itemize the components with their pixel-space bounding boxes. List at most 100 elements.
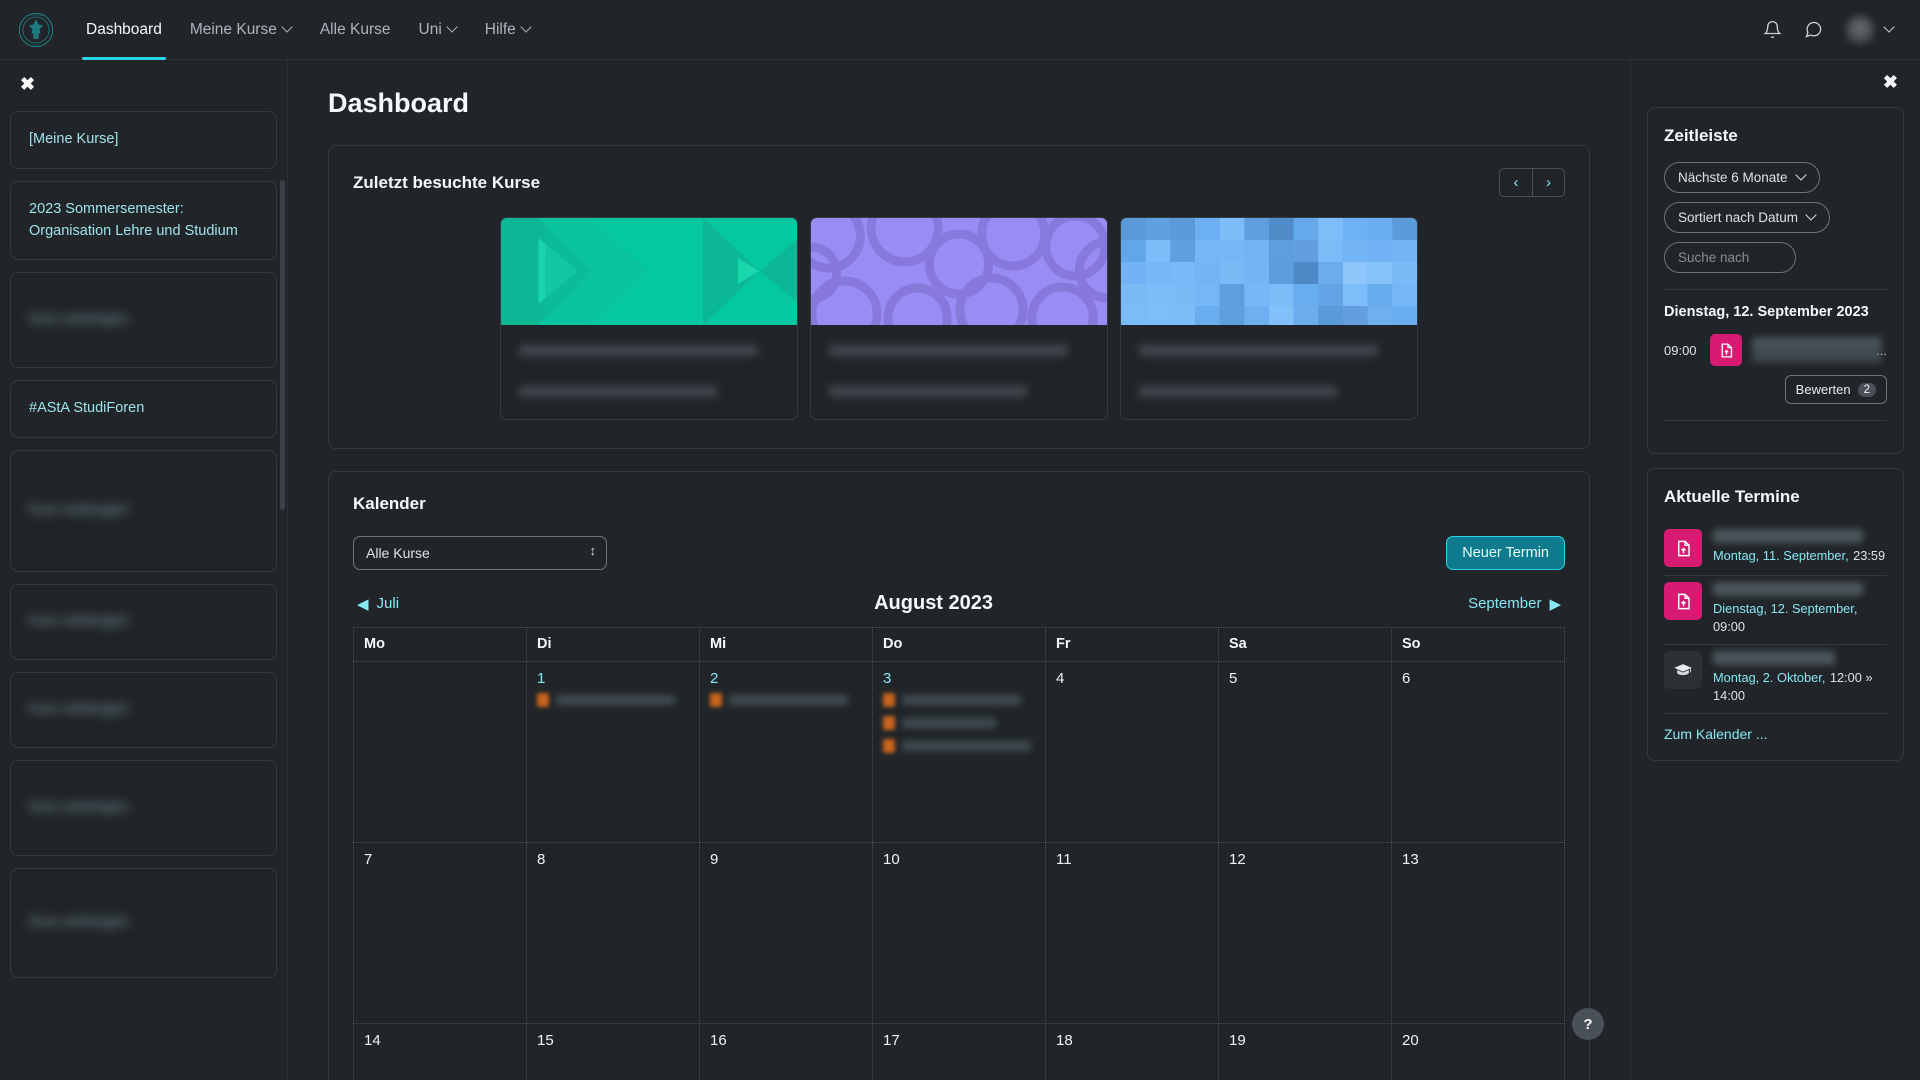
calendar-day-cell[interactable] <box>354 662 527 843</box>
event-title-redacted <box>902 741 1031 751</box>
carousel-next-button[interactable]: › <box>1532 168 1565 197</box>
nav-item-dashboard[interactable]: Dashboard <box>72 0 176 60</box>
list-item[interactable]: Kurs verborgen <box>10 450 277 572</box>
grade-button[interactable]: Bewerten 2 <box>1785 375 1887 404</box>
calendar-controls: Alle Kurse Neuer Termin <box>353 536 1565 570</box>
course-card-body <box>501 325 797 419</box>
new-event-button[interactable]: Neuer Termin <box>1446 536 1565 570</box>
calendar-day-number[interactable]: 2 <box>710 670 718 687</box>
calendar-event[interactable] <box>883 739 1035 753</box>
calendar-day-number[interactable]: 3 <box>883 670 891 687</box>
list-item[interactable]: Dienstag, 12. September, 09:00 <box>1664 576 1887 644</box>
calendar-day-number: 11 <box>1056 851 1072 868</box>
calendar-day-cell[interactable]: 19 <box>1219 1024 1392 1080</box>
chevron-down-icon <box>283 23 292 32</box>
close-icon[interactable]: ✖ <box>1647 60 1904 93</box>
course-card[interactable] <box>810 217 1108 420</box>
event-when: Montag, 2. Oktober, <box>1713 670 1825 685</box>
calendar-day-cell[interactable]: 4 <box>1046 662 1219 843</box>
calendar-day-cell[interactable]: 10 <box>873 843 1046 1024</box>
bell-icon[interactable] <box>1763 20 1782 39</box>
message-bubble-icon[interactable] <box>1804 20 1823 39</box>
calendar-day-cell[interactable]: 13 <box>1392 843 1565 1024</box>
list-item[interactable]: Montag, 11. September, 23:59 <box>1664 523 1887 575</box>
list-item[interactable]: #AStA StudiForen <box>10 380 277 438</box>
calendar-day-cell[interactable]: 11 <box>1046 843 1219 1024</box>
help-button[interactable]: ? <box>1572 1008 1604 1040</box>
course-label: [Meine Kurse] <box>29 129 118 151</box>
close-icon[interactable]: ✖ <box>0 60 35 95</box>
calendar-month-nav: ◀ Juli August 2023 September ▶ <box>357 592 1561 615</box>
calendar-header-row: Mo Di Mi Do Fr Sa So <box>354 628 1565 662</box>
calendar-day-cell[interactable]: 12 <box>1219 843 1392 1024</box>
nav-item-hilfe[interactable]: Hilfe <box>471 0 545 60</box>
calendar-event[interactable] <box>883 716 1035 730</box>
page-title: Dashboard <box>328 88 1590 119</box>
purple-circles-thumbnail <box>811 218 1107 325</box>
course-card[interactable] <box>1120 217 1418 420</box>
course-list: [Meine Kurse] 2023 Sommersemester: Organ… <box>0 95 287 1000</box>
weekday-so: So <box>1392 628 1565 662</box>
calendar-day-cell[interactable]: 16 <box>700 1024 873 1080</box>
calendar-day-cell[interactable]: 9 <box>700 843 873 1024</box>
timeline-sort-filter[interactable]: Sortiert nach Datum <box>1664 202 1830 233</box>
calendar-day-number: 17 <box>883 1032 900 1049</box>
logo-container[interactable]: UNIVERSITAET SIEGEL <box>0 12 72 48</box>
calendar-day-cell[interactable]: 15 <box>527 1024 700 1080</box>
user-menu[interactable] <box>1845 15 1894 45</box>
calendar-day-cell[interactable]: 2 <box>700 662 873 843</box>
timeline-search-input[interactable] <box>1664 242 1796 273</box>
prev-month-link[interactable]: ◀ Juli <box>357 595 399 613</box>
recent-courses-title: Zuletzt besuchte Kurse <box>353 173 540 193</box>
timeline-range-filter[interactable]: Nächste 6 Monate <box>1664 162 1820 193</box>
timeline-entry-menu[interactable]: ... <box>1876 343 1887 358</box>
blue-mosaic-thumbnail <box>1121 218 1417 325</box>
chevron-down-icon <box>1797 171 1806 180</box>
course-card[interactable] <box>500 217 798 420</box>
calendar-event[interactable] <box>710 693 862 707</box>
calendar-day-cell[interactable]: 8 <box>527 843 700 1024</box>
course-filter-select[interactable]: Alle Kurse <box>353 536 607 570</box>
recent-courses-list <box>353 197 1565 426</box>
calendar-day-number[interactable]: 1 <box>537 670 545 687</box>
list-item[interactable]: 2023 Sommersemester: Organisation Lehre … <box>10 181 277 261</box>
calendar-event[interactable] <box>883 693 1035 707</box>
calendar-day-cell[interactable]: 3 <box>873 662 1046 843</box>
calendar-day-cell[interactable]: 6 <box>1392 662 1565 843</box>
calendar-day-cell[interactable]: 17 <box>873 1024 1046 1080</box>
nav-item-uni[interactable]: Uni <box>405 0 471 60</box>
event-type-icon <box>537 693 549 707</box>
carousel-prev-button[interactable]: ‹ <box>1499 168 1532 197</box>
calendar-day-cell[interactable]: 1 <box>527 662 700 843</box>
calendar-day-cell[interactable]: 7 <box>354 843 527 1024</box>
current-month-label: August 2023 <box>874 592 993 615</box>
list-item[interactable]: Kurs verborgen <box>10 868 277 978</box>
list-item[interactable]: [Meine Kurse] <box>10 111 277 169</box>
divider <box>1664 289 1887 290</box>
list-item[interactable]: Kurs verborgen <box>10 584 277 660</box>
timeline-entry[interactable]: 09:00 ... <box>1664 334 1887 366</box>
calendar-panel: Kalender Alle Kurse Neuer Termin ◀ Juli … <box>328 471 1590 1080</box>
calendar-event[interactable] <box>537 693 689 707</box>
list-item[interactable]: Montag, 2. Oktober, 12:00 » 14:00 <box>1664 645 1887 713</box>
course-name-redacted <box>829 345 1068 356</box>
calendar-day-number: 8 <box>537 851 545 868</box>
calendar-day-cell[interactable]: 18 <box>1046 1024 1219 1080</box>
go-to-calendar-link[interactable]: Zum Kalender ... <box>1664 714 1887 742</box>
course-label: Kurs verborgen <box>29 912 128 934</box>
calendar-day-cell[interactable]: 14 <box>354 1024 527 1080</box>
event-title-redacted <box>556 695 675 705</box>
event-title-redacted <box>1713 651 1835 665</box>
nav-item-meine-kurse[interactable]: Meine Kurse <box>176 0 306 60</box>
calendar-day-cell[interactable]: 20 <box>1392 1024 1565 1080</box>
status-badge: 2 <box>1858 383 1876 397</box>
list-item[interactable]: Kurs verborgen <box>10 272 277 368</box>
assignment-upload-icon <box>1664 529 1702 567</box>
nav-item-alle-kurse[interactable]: Alle Kurse <box>306 0 405 60</box>
list-item[interactable]: Kurs verborgen <box>10 672 277 748</box>
next-month-link[interactable]: September ▶ <box>1468 595 1561 613</box>
calendar-day-cell[interactable]: 5 <box>1219 662 1392 843</box>
list-item[interactable]: Kurs verborgen <box>10 760 277 856</box>
course-meta-redacted <box>1139 386 1337 397</box>
scrollbar[interactable] <box>280 180 285 510</box>
